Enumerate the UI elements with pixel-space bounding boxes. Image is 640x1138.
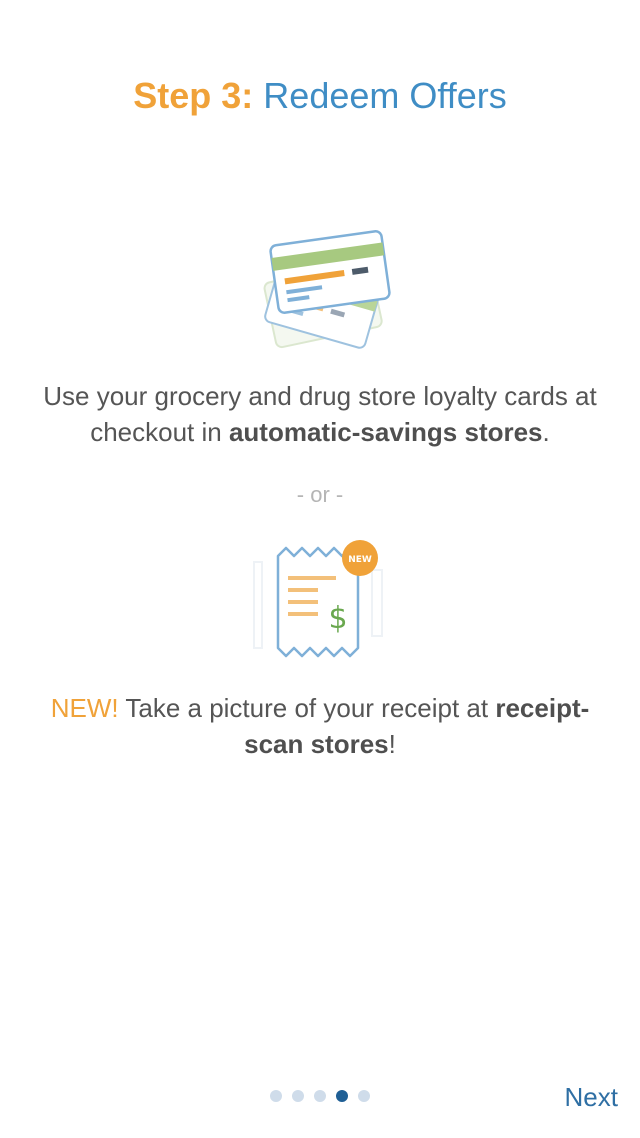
- dollar-sign-icon: $: [328, 601, 347, 636]
- new-badge: NEW: [348, 555, 372, 565]
- loyalty-cards-icon: [240, 210, 400, 370]
- step-title: Redeem Offers: [263, 75, 507, 116]
- loyalty-instructions: Use your grocery and drug store loyalty …: [20, 378, 620, 450]
- page-indicator: [0, 1090, 640, 1102]
- next-button[interactable]: Next: [565, 1080, 618, 1114]
- loyalty-cards-graphic: [263, 230, 391, 349]
- receipt-text-end: !: [388, 729, 396, 759]
- page-dot-5[interactable]: [358, 1090, 370, 1102]
- page-dot-4-active[interactable]: [336, 1090, 348, 1102]
- receipt-icon: $ NEW: [248, 536, 388, 668]
- page-dot-1[interactable]: [270, 1090, 282, 1102]
- or-divider: - or -: [296, 482, 344, 507]
- page-dot-3[interactable]: [314, 1090, 326, 1102]
- page-title: Step 3: Redeem Offers: [0, 72, 640, 120]
- receipt-text: Take a picture of your receipt at: [118, 693, 496, 723]
- new-label: NEW!: [50, 693, 119, 723]
- step-label: Step 3:: [133, 75, 254, 116]
- receipt-instructions: NEW! Take a picture of your receipt at r…: [30, 690, 610, 762]
- loyalty-text-end: .: [542, 417, 550, 447]
- page-dot-2[interactable]: [292, 1090, 304, 1102]
- automatic-savings-stores-text: automatic-savings stores: [228, 417, 543, 447]
- receipt-graphic: $ NEW: [253, 540, 383, 658]
